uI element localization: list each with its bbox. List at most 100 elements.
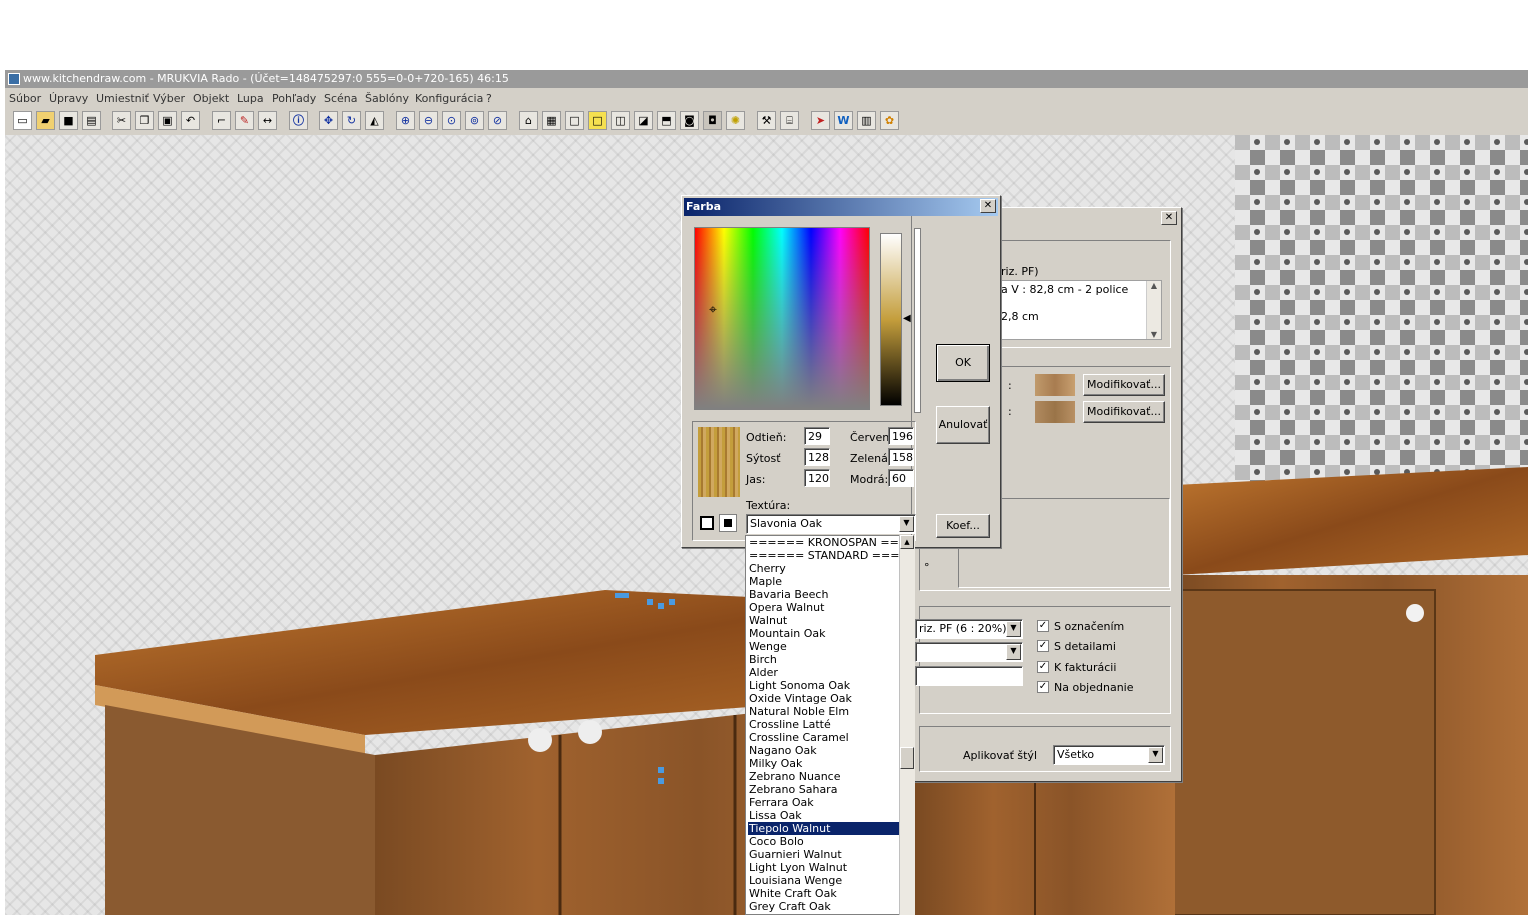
texture-list-item[interactable]: Grey Craft Oak xyxy=(749,900,831,913)
green-input[interactable]: 158 xyxy=(888,448,914,466)
texture-list-item[interactable]: ====== STANDARD ======= xyxy=(749,549,914,562)
menu-templates[interactable]: Šablóny xyxy=(365,92,409,105)
rotate-icon[interactable]: ↻ xyxy=(342,111,361,130)
menu-place[interactable]: Umiestniť xyxy=(96,92,149,105)
ok-button[interactable]: OK xyxy=(936,344,990,382)
copy-icon[interactable]: ❐ xyxy=(135,111,154,130)
modify-button-2[interactable]: Modifikovať... xyxy=(1083,401,1165,423)
texture-list-item[interactable]: Crossline Caramel xyxy=(749,731,849,744)
tools-icon[interactable]: ⚒ xyxy=(757,111,776,130)
save-icon[interactable]: ■ xyxy=(59,111,78,130)
texture-list-scrollbar[interactable]: ▲ xyxy=(899,535,915,915)
zoom-window-icon[interactable]: ⊙ xyxy=(442,111,461,130)
texture-fill-toggle[interactable] xyxy=(719,514,737,532)
texture-list-item[interactable]: Light Lyon Walnut xyxy=(749,861,847,874)
print-icon[interactable]: ▤ xyxy=(82,111,101,130)
checkbox-with-details[interactable]: ✓ xyxy=(1037,640,1049,652)
chevron-down-icon[interactable]: ▼ xyxy=(1006,644,1021,660)
coef-button[interactable]: Koef... xyxy=(936,514,990,538)
view-plan-icon[interactable]: □ xyxy=(565,111,584,130)
texture-list-item[interactable]: Tiepolo Walnut xyxy=(748,822,900,835)
move-icon[interactable]: ✥ xyxy=(319,111,338,130)
menu-file[interactable]: Súbor xyxy=(9,92,41,105)
view-3d-icon[interactable]: ◫ xyxy=(611,111,630,130)
menu-select[interactable]: Výber xyxy=(153,92,185,105)
photo-icon[interactable]: ◘ xyxy=(703,111,722,130)
texture-list-item[interactable]: Zebrano Nuance xyxy=(749,770,840,783)
color-dialog-close-button[interactable]: ✕ xyxy=(980,199,996,213)
apply-style-select[interactable]: Všetko ▼ xyxy=(1053,745,1165,765)
open-icon[interactable]: ▰ xyxy=(36,111,55,130)
texture-list-item[interactable]: Opera Walnut xyxy=(749,601,824,614)
texture-list-item[interactable]: White Craft Oak xyxy=(749,887,837,900)
export-icon[interactable]: ➤ xyxy=(811,111,830,130)
chevron-down-icon[interactable]: ▼ xyxy=(1006,621,1021,637)
texture-list-item[interactable]: ====== KRONOSPAN ====== xyxy=(749,536,914,549)
texture-list-item[interactable]: Maple xyxy=(749,575,782,588)
luminance-input[interactable]: 120 xyxy=(804,469,830,487)
dimension-icon[interactable]: ↔ xyxy=(258,111,277,130)
undo-icon[interactable]: ↶ xyxy=(181,111,200,130)
cancel-button[interactable]: Anulovať xyxy=(936,406,990,444)
scroll-up-icon[interactable]: ▲ xyxy=(900,535,914,549)
palette-icon[interactable]: ✿ xyxy=(880,111,899,130)
paint-icon[interactable]: ✎ xyxy=(235,111,254,130)
zoom-in-icon[interactable]: ⊕ xyxy=(396,111,415,130)
chevron-down-icon[interactable]: ▼ xyxy=(899,516,914,532)
texture-list-item[interactable]: Birch xyxy=(749,653,777,666)
luminance-pointer-icon[interactable]: ◀ xyxy=(903,313,911,324)
texture-list-item[interactable]: Coco Bolo xyxy=(749,835,804,848)
view-box-icon[interactable]: ◪ xyxy=(634,111,653,130)
description-textarea[interactable]: a V : 82,8 cm - 2 police 2,8 cm ▲ ▼ xyxy=(1000,280,1162,340)
texture-list-item[interactable]: Wenge xyxy=(749,640,787,653)
new-icon[interactable]: ▭ xyxy=(13,111,32,130)
menu-views[interactable]: Pohľady xyxy=(272,92,316,105)
texture-outline-icon[interactable] xyxy=(700,516,714,530)
red-input[interactable]: 196 xyxy=(888,427,914,445)
view-elevation-icon[interactable]: □ xyxy=(588,111,607,130)
shop-icon[interactable]: ⌸ xyxy=(780,111,799,130)
texture-list-item[interactable]: Natural Noble Elm xyxy=(749,705,849,718)
chevron-down-icon[interactable]: ▼ xyxy=(1148,747,1163,763)
menu-configuration[interactable]: Konfigurácia xyxy=(415,92,483,105)
texture-list-item[interactable]: Oxide Vintage Oak xyxy=(749,692,852,705)
texture-list-item[interactable]: Guarnieri Walnut xyxy=(749,848,842,861)
layout-icon[interactable]: ▦ xyxy=(542,111,561,130)
texture-list-item[interactable]: Bavaria Beech xyxy=(749,588,828,601)
properties-close-button[interactable]: ✕ xyxy=(1161,211,1177,225)
scroll-thumb[interactable] xyxy=(900,747,914,769)
zoom-out-icon[interactable]: ⊖ xyxy=(419,111,438,130)
texture-list-item[interactable]: Light Sonoma Oak xyxy=(749,679,850,692)
menu-object[interactable]: Objekt xyxy=(193,92,229,105)
texture-list-item[interactable]: Lissa Oak xyxy=(749,809,802,822)
second-select[interactable]: ▼ xyxy=(915,642,1023,662)
word-icon[interactable]: W xyxy=(834,111,853,130)
style-select[interactable]: riz. PF (6 : 20%) ▼ xyxy=(915,619,1023,639)
blue-input[interactable]: 60 xyxy=(888,469,914,487)
texture-select[interactable]: Slavonia Oak ▼ xyxy=(746,514,916,534)
description-scrollbar[interactable]: ▲ ▼ xyxy=(1146,281,1161,339)
zoom-previous-icon[interactable]: ⊘ xyxy=(488,111,507,130)
texture-list-item[interactable]: Ferrara Oak xyxy=(749,796,814,809)
texture-list-item[interactable]: Walnut xyxy=(749,614,787,627)
saturation-input[interactable]: 128 xyxy=(804,448,830,466)
texture-list-item[interactable]: Alder xyxy=(749,666,778,679)
camera-icon[interactable]: ◙ xyxy=(680,111,699,130)
scroll-down-icon[interactable]: ▼ xyxy=(1147,330,1161,339)
stairs-icon[interactable]: ⌐ xyxy=(212,111,231,130)
mirror-icon[interactable]: ◭ xyxy=(365,111,384,130)
light-icon[interactable]: ✺ xyxy=(726,111,745,130)
hue-input[interactable]: 29 xyxy=(804,427,830,445)
texture-list-item[interactable]: Milky Oak xyxy=(749,757,802,770)
texture-list-item[interactable]: Nagano Oak xyxy=(749,744,817,757)
texture-list-item[interactable]: Mountain Oak xyxy=(749,627,826,640)
cut-icon[interactable]: ✂ xyxy=(112,111,131,130)
info-icon[interactable]: ⓘ xyxy=(289,111,308,130)
texture-list-item[interactable]: Crossline Latté xyxy=(749,718,831,731)
texture-list-item[interactable]: Louisiana Wenge xyxy=(749,874,842,887)
render-icon[interactable]: ⌂ xyxy=(519,111,538,130)
zoom-all-icon[interactable]: ⊚ xyxy=(465,111,484,130)
paste-icon[interactable]: ▣ xyxy=(158,111,177,130)
checkbox-with-label[interactable]: ✓ xyxy=(1037,620,1049,632)
modify-button-1[interactable]: Modifikovať... xyxy=(1083,374,1165,396)
